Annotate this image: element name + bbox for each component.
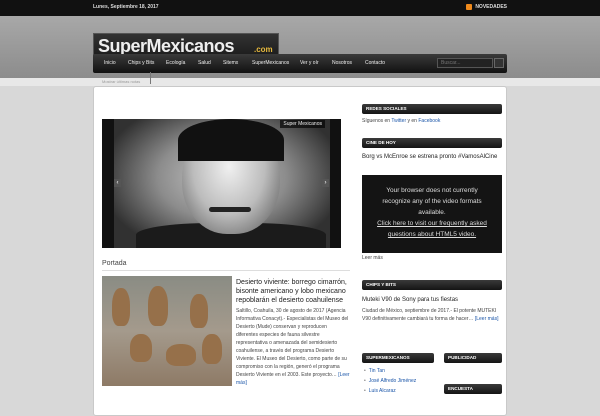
video-player[interactable]: Your browser does not currently recogniz…	[362, 175, 502, 253]
sub-bar: Mostrar últimas notas	[0, 78, 600, 86]
bullet-icon: •	[364, 388, 366, 394]
nav-item-sitemx[interactable]: Sitemx	[223, 54, 238, 73]
chips-read-more[interactable]: [Leer más]	[475, 316, 499, 322]
chips-excerpt: Ciudad de México, septiembre de 2017.- E…	[362, 307, 500, 323]
slide-caption: Super Mexicanos	[280, 120, 325, 128]
top-bar: Lunes, Septiembre 18, 2017 NOVEDADES	[0, 0, 600, 16]
main-nav: Inicio Chips y Bits Ecología Salud Sitem…	[93, 54, 507, 73]
prairie-dog-image	[112, 288, 130, 326]
bullet-icon: •	[364, 368, 366, 374]
section-title: Portada	[102, 260, 127, 267]
nav-item-supermexicanos[interactable]: SuperMexicanos	[252, 54, 289, 73]
article-excerpt: Saltillo, Coahuila, 30 de agosto de 2017…	[236, 307, 350, 387]
divider	[150, 72, 151, 84]
section-divider	[102, 270, 350, 271]
news-label: NOVEDADES	[475, 4, 507, 10]
widget-title-supermexicanos: SUPERMEXICANOS	[362, 353, 434, 363]
widget-title-cine: CINE DE HOY	[362, 138, 502, 148]
nav-item-ver-y-oir[interactable]: Ver y oír	[300, 54, 319, 73]
slider-next-button[interactable]: ›	[322, 179, 329, 187]
nav-item-nosotros[interactable]: Nosotros	[332, 54, 352, 73]
nav-item-inicio[interactable]: Inicio	[104, 54, 116, 73]
social-links: Síguenos en Twitter y en Facebook	[362, 117, 502, 125]
twitter-link[interactable]: Twitter	[391, 118, 406, 124]
prairie-dog-image	[148, 286, 168, 326]
featured-photo	[114, 119, 330, 248]
widget-title-encuesta: ENCUESTA	[444, 384, 502, 394]
video-fallback-message: Your browser does not currently recogniz…	[362, 185, 502, 240]
widget-title-redes: REDES SOCIALES	[362, 104, 502, 114]
slider-prev-button[interactable]: ‹	[114, 179, 121, 187]
list-item[interactable]: • Tin Tan	[364, 367, 385, 375]
article-excerpt-text: Saltillo, Coahuila, 30 de agosto de 2017…	[236, 308, 349, 378]
video-help-link-line1[interactable]: Click here to visit our frequently asked	[362, 218, 502, 229]
widget-title-chips: CHIPS Y BITS	[362, 280, 502, 290]
logo-suffix: .com	[254, 45, 273, 54]
news-link[interactable]: NOVEDADES	[466, 4, 507, 10]
video-msg-line3: available.	[418, 209, 446, 216]
list-item-label: Tin Tan	[368, 368, 385, 374]
video-help-link-line2[interactable]: questions about HTML5 video.	[362, 229, 502, 240]
chips-headline[interactable]: Muteki V90 de Sony para tus fiestas	[362, 296, 502, 304]
photo-hair	[178, 119, 284, 161]
cine-headline[interactable]: Borg vs McEnroe se estrena pronto #Vamos…	[362, 153, 502, 161]
nav-item-contacto[interactable]: Contacto	[365, 54, 385, 73]
breadcrumb[interactable]: Mostrar últimas notas	[102, 79, 140, 84]
rss-icon	[466, 4, 473, 10]
search-button[interactable]	[494, 58, 504, 68]
photo-mustache	[209, 207, 251, 212]
nav-item-chips-y-bits[interactable]: Chips y Bits	[128, 54, 154, 73]
video-msg-line2: recognize any of the video formats	[382, 198, 482, 205]
search-input[interactable]	[437, 58, 493, 68]
widget-title-publicidad: PUBLICIDAD	[444, 353, 502, 363]
nav-item-ecologia[interactable]: Ecología	[166, 54, 185, 73]
prairie-dog-image	[130, 334, 152, 362]
bullet-icon: •	[364, 378, 366, 384]
featured-slider[interactable]: Super Mexicanos ‹ ›	[102, 119, 341, 248]
date-label: Lunes, Septiembre 18, 2017	[93, 4, 159, 10]
article-thumbnail[interactable]	[102, 276, 232, 386]
cine-read-more[interactable]: Leer más	[362, 254, 383, 262]
article-title[interactable]: Desierto viviente: borrego cimarrón, bis…	[236, 278, 352, 305]
list-item[interactable]: • José Alfredo Jiménez	[364, 377, 416, 385]
video-msg-line1: Your browser does not currently	[386, 187, 478, 194]
nav-item-salud[interactable]: Salud	[198, 54, 211, 73]
prairie-dog-image	[202, 334, 222, 364]
social-text: Síguenos en	[362, 118, 392, 124]
list-item[interactable]: • Luis Alcaraz	[364, 387, 396, 395]
list-item-label: Luis Alcaraz	[368, 388, 396, 394]
list-item-label: José Alfredo Jiménez	[368, 378, 417, 384]
prairie-dog-image	[190, 294, 208, 328]
social-text-mid: y en	[406, 118, 419, 124]
prairie-dog-image	[166, 344, 196, 366]
facebook-link[interactable]: Facebook	[418, 118, 440, 124]
